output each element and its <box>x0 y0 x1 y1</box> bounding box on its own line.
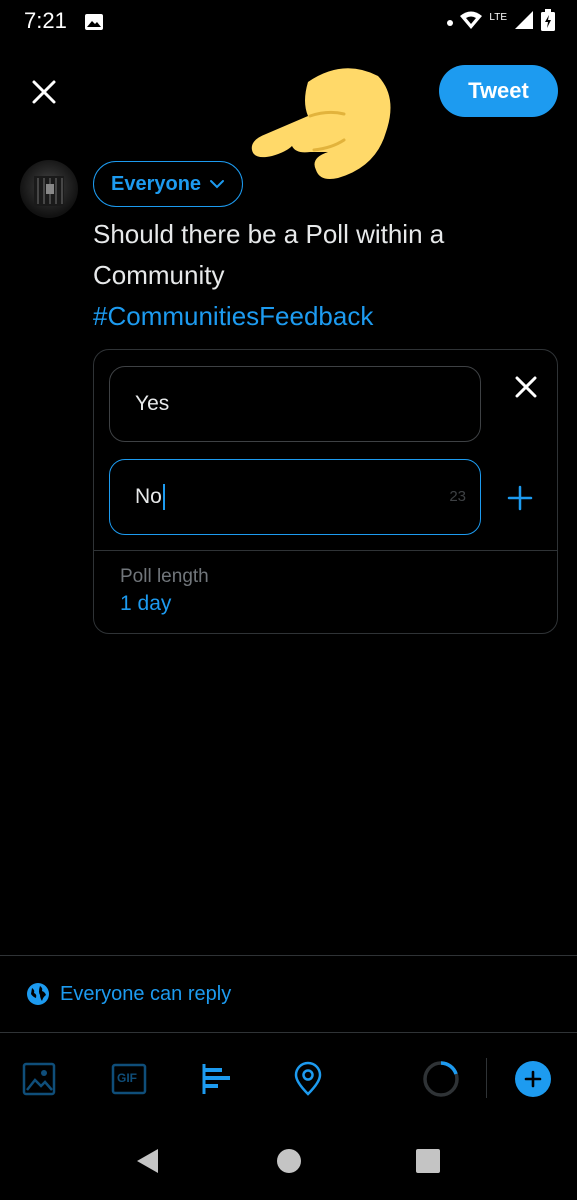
home-button[interactable] <box>274 1146 304 1176</box>
globe-icon <box>27 983 49 1005</box>
tweet-text-input[interactable]: Should there be a Poll within a Communit… <box>93 214 553 337</box>
progress-ring-icon <box>423 1061 459 1097</box>
image-icon <box>84 12 104 32</box>
status-icons: LTE <box>447 8 555 36</box>
location-icon <box>294 1061 322 1096</box>
toolbar-separator <box>486 1058 487 1098</box>
character-progress <box>422 1060 460 1098</box>
location-button[interactable] <box>289 1060 327 1098</box>
gif-button[interactable]: GIF <box>110 1060 148 1098</box>
close-icon <box>515 376 537 398</box>
pointing-hand-emoji <box>248 62 393 182</box>
divider <box>0 955 577 956</box>
image-icon <box>22 1062 56 1096</box>
home-icon <box>277 1149 301 1173</box>
tweet-button[interactable]: Tweet <box>439 65 558 117</box>
back-button[interactable] <box>133 1146 163 1176</box>
hashtag-link[interactable]: #CommunitiesFeedback <box>93 296 553 337</box>
poll-length-value[interactable]: 1 day <box>120 592 171 616</box>
battery-icon <box>541 8 555 36</box>
text-cursor <box>162 484 165 510</box>
remove-poll-button[interactable] <box>511 372 541 402</box>
dot-icon <box>447 13 454 31</box>
char-count: 23 <box>449 488 466 505</box>
signal-icon <box>513 10 535 35</box>
gif-label: GIF <box>117 1071 137 1085</box>
recents-button[interactable] <box>413 1146 443 1176</box>
tweet-text: Should there be a Poll within a Communit… <box>93 219 445 290</box>
back-icon <box>137 1149 158 1173</box>
wifi-icon <box>459 10 483 35</box>
close-button[interactable] <box>26 74 62 110</box>
poll-length-label: Poll length <box>120 566 209 587</box>
poll-icon <box>202 1064 230 1094</box>
poll-button[interactable] <box>198 1060 236 1098</box>
recents-icon <box>416 1149 440 1173</box>
add-thread-button[interactable] <box>515 1061 551 1097</box>
add-choice-button[interactable] <box>506 484 534 512</box>
status-time: 7:21 <box>24 8 67 33</box>
divider <box>94 550 557 551</box>
network-label: LTE <box>489 11 507 23</box>
audience-label: Everyone <box>111 172 202 195</box>
poll-choice-1-value: Yes <box>135 392 170 415</box>
poll-choice-1[interactable]: Yes <box>109 366 481 442</box>
chevron-down-icon <box>210 180 225 189</box>
audience-selector[interactable]: Everyone <box>93 161 244 207</box>
reply-setting[interactable]: Everyone can reply <box>26 982 231 1006</box>
image-button[interactable] <box>20 1060 58 1098</box>
poll-choice-2[interactable]: No 23 <box>109 459 481 535</box>
reply-setting-label: Everyone can reply <box>60 982 232 1005</box>
plus-icon <box>507 485 533 511</box>
plus-icon <box>524 1070 542 1088</box>
close-icon <box>32 80 56 104</box>
poll-choice-2-value: No <box>135 485 162 508</box>
divider <box>0 1032 577 1033</box>
avatar[interactable] <box>20 160 78 218</box>
